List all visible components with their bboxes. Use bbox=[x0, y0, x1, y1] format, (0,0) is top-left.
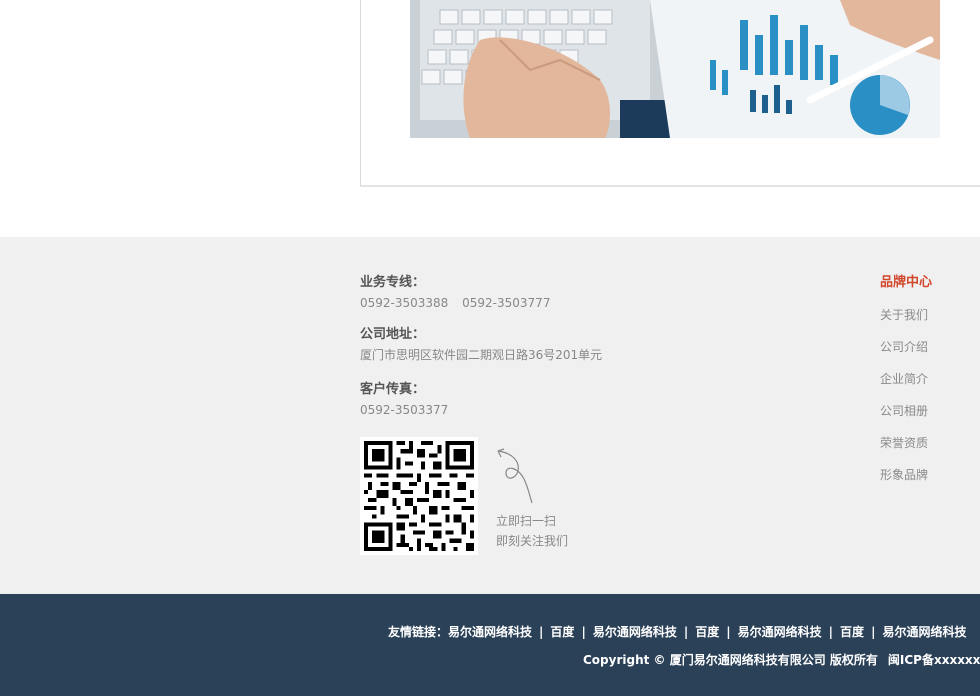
brand-nav-title[interactable]: 品牌中心 bbox=[880, 275, 932, 291]
brand-nav-enterprise-profile[interactable]: 企业简介 bbox=[880, 371, 932, 387]
friend-links-label: 友情链接： bbox=[388, 625, 449, 639]
scan-caption: 立即扫一扫 即刻关注我们 bbox=[496, 511, 568, 551]
link-separator: | bbox=[828, 625, 834, 639]
fax-value: 0592-3503377 bbox=[360, 403, 449, 417]
scan-line-2: 即刻关注我们 bbox=[496, 534, 569, 548]
bottom-bar: 友情链接：易尔通网络科技 | 百度 | 易尔通网络科技 | 百度 | 易尔通网络科技 | 百度 | 易尔… bbox=[0, 594, 980, 696]
friend-link[interactable]: 百度 bbox=[550, 625, 574, 639]
brand-nav-image-brand[interactable]: 形象品牌 bbox=[880, 467, 932, 483]
brand-nav-album[interactable]: 公司相册 bbox=[880, 403, 932, 419]
fax-block: 客户传真： 0592-3503377 bbox=[360, 382, 448, 417]
footer-info: 业务专线： 0592-3503388 0592-3503777 公司地址： 厦门… bbox=[0, 237, 980, 594]
brand-nav-company-intro[interactable]: 公司介绍 bbox=[880, 339, 932, 355]
qr-code bbox=[360, 437, 478, 555]
copyright: Copyright © 厦门易尔通网络科技有限公司 版权所有 闽ICP备xxxxx… bbox=[583, 651, 980, 668]
business-line-block: 业务专线： 0592-3503388 0592-3503777 bbox=[360, 275, 560, 310]
phone-2: 0592-3503777 bbox=[462, 296, 551, 310]
friend-link[interactable]: 易尔通网络科技 bbox=[882, 625, 966, 639]
copyright-text: Copyright © 厦门易尔通网络科技有限公司 版权所有 bbox=[583, 653, 878, 667]
address-title: 公司地址： bbox=[360, 327, 426, 342]
brand-nav: 品牌中心 关于我们 公司介绍 企业简介 公司相册 荣誉资质 形象品牌 bbox=[880, 275, 932, 499]
address-value: 厦门市思明区软件园二期观日路36号201单元 bbox=[360, 348, 603, 362]
link-separator: | bbox=[726, 625, 731, 639]
phone-1: 0592-3503388 bbox=[360, 296, 449, 310]
curved-arrow-icon bbox=[494, 447, 540, 511]
link-separator: | bbox=[539, 625, 544, 639]
business-phones: 0592-3503388 0592-3503777 bbox=[360, 296, 560, 310]
friend-links: 友情链接：易尔通网络科技 | 百度 | 易尔通网络科技 | 百度 | 易尔通网络科技 | 百度 | 易尔… bbox=[388, 623, 966, 640]
business-line-title: 业务专线： bbox=[360, 275, 426, 290]
address-block: 公司地址： 厦门市思明区软件园二期观日路36号201单元 bbox=[360, 327, 602, 362]
link-separator: | bbox=[581, 625, 586, 639]
friend-link[interactable]: 百度 bbox=[840, 625, 864, 639]
icp-number[interactable]: 闽ICP备xxxxxxxx号 bbox=[888, 653, 980, 667]
fax-title: 客户传真： bbox=[360, 382, 426, 397]
link-separator: | bbox=[871, 625, 876, 639]
friend-link[interactable]: 易尔通网络科技 bbox=[738, 625, 822, 639]
friend-link[interactable]: 易尔通网络科技 bbox=[593, 625, 677, 639]
brand-nav-about[interactable]: 关于我们 bbox=[880, 307, 932, 323]
scan-line-1: 立即扫一扫 bbox=[496, 514, 557, 528]
brand-nav-honors[interactable]: 荣誉资质 bbox=[880, 435, 932, 451]
friend-link[interactable]: 易尔通网络科技 bbox=[448, 625, 532, 639]
hero-image bbox=[410, 0, 940, 138]
friend-link[interactable]: 百度 bbox=[695, 625, 719, 639]
link-separator: | bbox=[683, 625, 689, 639]
